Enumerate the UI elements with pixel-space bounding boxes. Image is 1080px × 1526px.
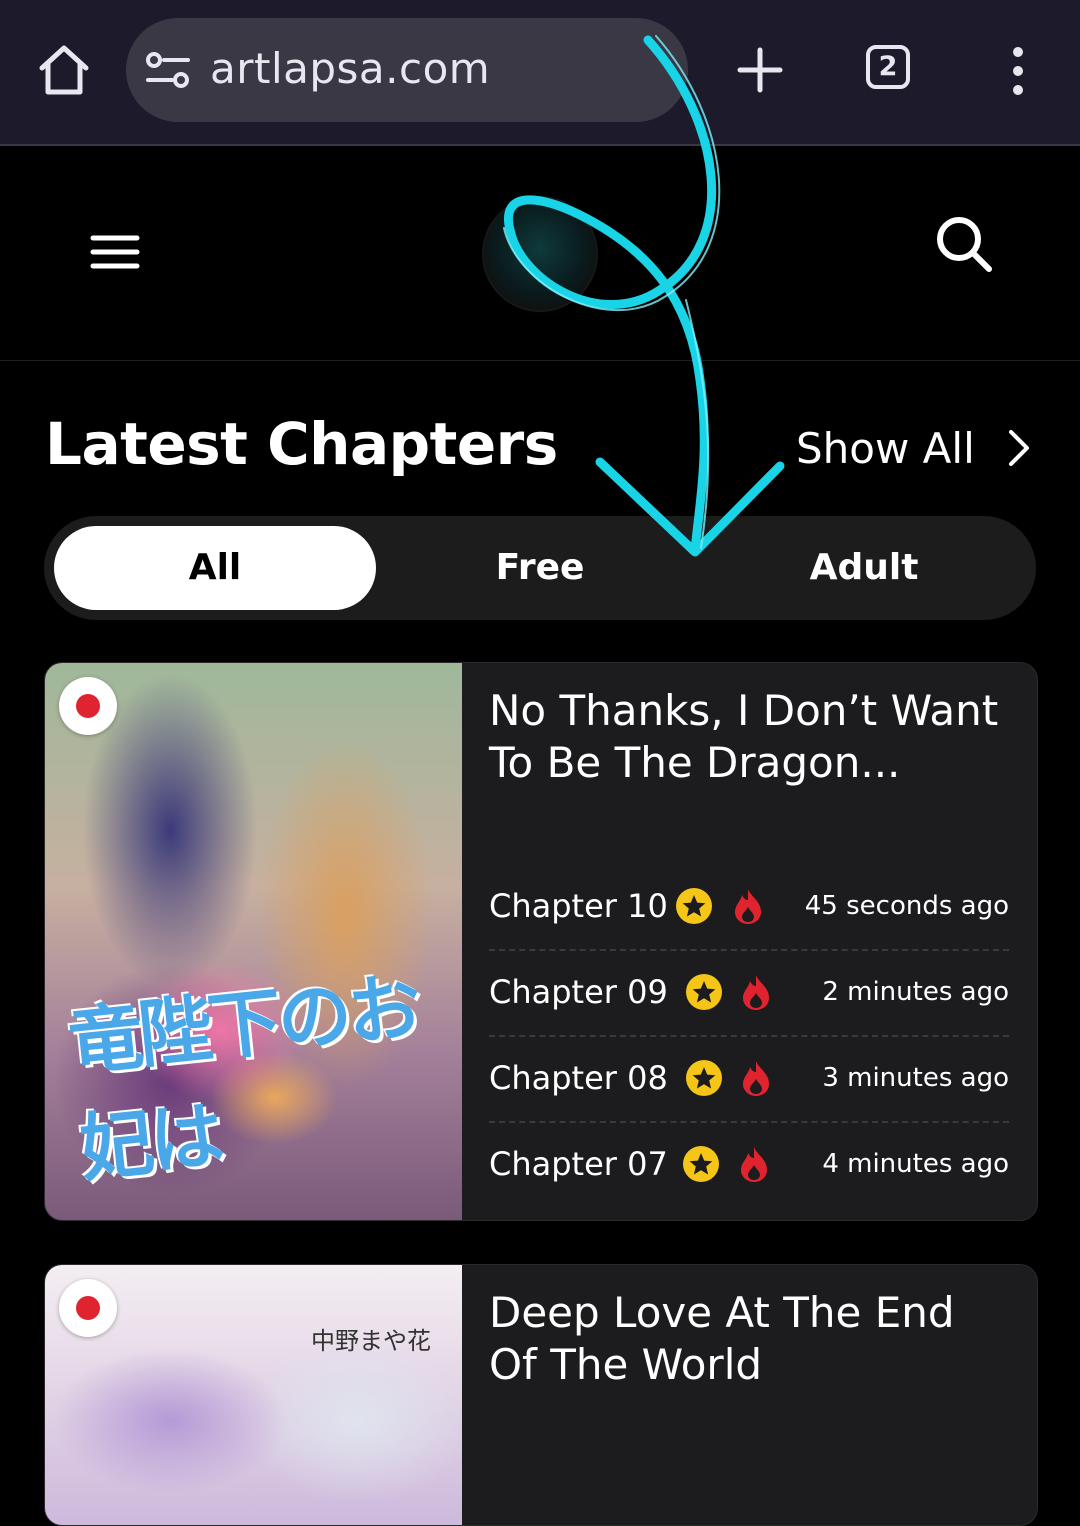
tab-all[interactable]: All: [54, 526, 376, 610]
chapter-timestamp: 45 seconds ago: [804, 891, 1009, 921]
tab-free[interactable]: Free: [379, 526, 701, 610]
menu-icon[interactable]: [90, 234, 140, 270]
chapter-label[interactable]: Chapter 08: [489, 1059, 668, 1097]
filter-tabs: All Free Adult: [44, 516, 1036, 620]
tab-adult[interactable]: Adult: [703, 526, 1025, 610]
manga-title[interactable]: Deep Love At The End Of The World: [489, 1287, 1009, 1391]
fire-icon: [735, 889, 761, 924]
chapter-label[interactable]: Chapter 07: [489, 1145, 668, 1183]
home-icon[interactable]: [34, 40, 94, 100]
star-icon: [686, 1060, 722, 1096]
cover-author-art: 中野まや花: [311, 1327, 431, 1355]
chapter-row[interactable]: Chapter 08 3 minutes ago: [489, 1037, 1009, 1123]
chapter-label[interactable]: Chapter 09: [489, 973, 668, 1011]
star-icon: [686, 974, 722, 1010]
site-header: [0, 146, 1080, 361]
manga-cover[interactable]: 竜陛下のお妃は: [45, 663, 462, 1220]
site-logo[interactable]: [484, 198, 596, 310]
browser-toolbar: artlapsa.com 2: [0, 0, 1080, 146]
fire-icon: [743, 975, 769, 1010]
star-icon: [683, 1146, 719, 1182]
chapter-timestamp: 2 minutes ago: [822, 977, 1009, 1007]
more-options-icon[interactable]: [1004, 46, 1032, 96]
show-all-link[interactable]: Show All: [796, 420, 1031, 476]
new-tab-icon[interactable]: [736, 46, 784, 94]
fire-icon: [743, 1061, 769, 1096]
manga-cover[interactable]: 中野まや花: [45, 1265, 462, 1525]
section-title: Latest Chapters: [45, 410, 558, 478]
tab-switcher-button[interactable]: 2: [866, 45, 910, 89]
manga-title[interactable]: No Thanks, I Don’t Want To Be The Dragon…: [489, 685, 1009, 789]
chapter-timestamp: 3 minutes ago: [822, 1063, 1009, 1093]
chapter-label[interactable]: Chapter 10: [489, 887, 668, 925]
chevron-right-icon[interactable]: [1005, 428, 1031, 468]
chapter-row[interactable]: Chapter 07 4 minutes ago: [489, 1123, 1009, 1209]
status-badge: [59, 677, 117, 735]
site-settings-icon[interactable]: [146, 52, 190, 88]
chapter-row[interactable]: Chapter 09 2 minutes ago: [489, 951, 1009, 1037]
star-icon: [676, 888, 712, 924]
status-badge: [59, 1279, 117, 1337]
address-bar[interactable]: artlapsa.com: [126, 18, 688, 122]
manga-card[interactable]: 竜陛下のお妃は No Thanks, I Don’t Want To Be Th…: [44, 662, 1038, 1221]
url-text[interactable]: artlapsa.com: [210, 44, 490, 93]
fire-icon: [741, 1147, 767, 1182]
manga-card[interactable]: 中野まや花 Deep Love At The End Of The World: [44, 1264, 1038, 1526]
cover-title-art: 竜陛下のお妃は: [64, 964, 422, 1193]
search-icon[interactable]: [934, 214, 994, 274]
show-all-label[interactable]: Show All: [796, 424, 975, 473]
chapter-timestamp: 4 minutes ago: [822, 1149, 1009, 1179]
chapter-row[interactable]: Chapter 10 45 seconds ago: [489, 865, 1009, 951]
